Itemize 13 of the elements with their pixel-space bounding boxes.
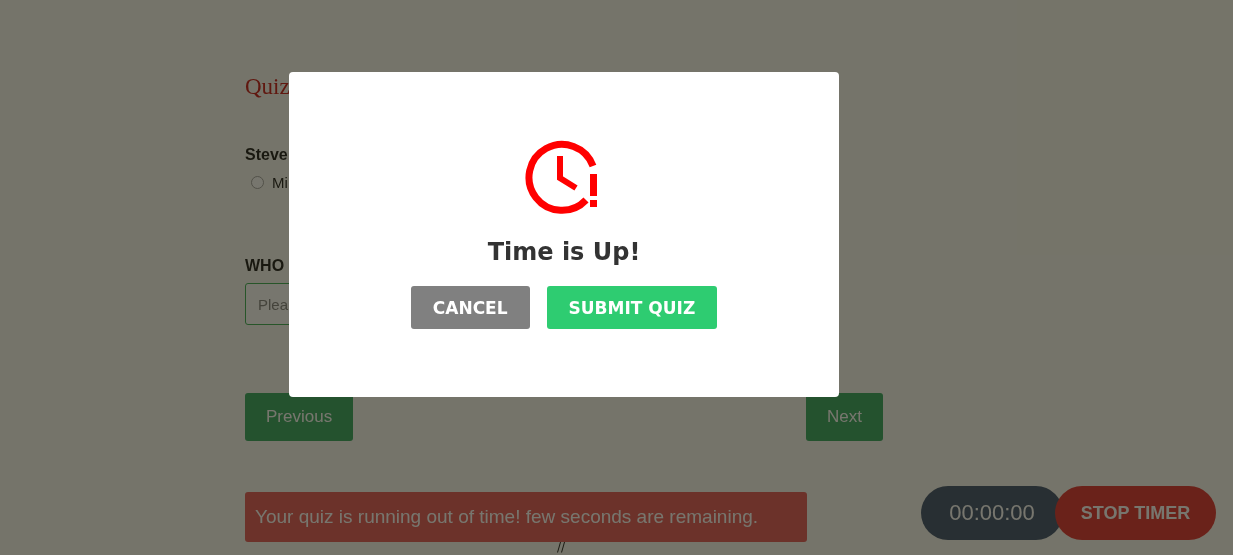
submit-button[interactable]: SUBMIT QUIZ — [546, 286, 718, 329]
quiz-title: Quiz — [245, 74, 290, 100]
option-label: Mi — [272, 174, 288, 191]
cancel-button[interactable]: CANCEL — [410, 286, 530, 329]
stop-timer-button[interactable]: STOP TIMER — [1055, 486, 1216, 540]
nav-button[interactable]: Next — [806, 393, 883, 441]
footer-mark: // — [557, 542, 566, 552]
time-warning-alert: Your quiz is running out of time! few seconds are remaining. — [245, 492, 807, 542]
nav-button[interactable]: Previous — [245, 393, 354, 441]
modal-title: Time is Up! — [487, 238, 641, 266]
question-text: WHO — [245, 257, 285, 275]
radio-button[interactable] — [251, 176, 264, 189]
question-text: Steve — [245, 146, 288, 164]
